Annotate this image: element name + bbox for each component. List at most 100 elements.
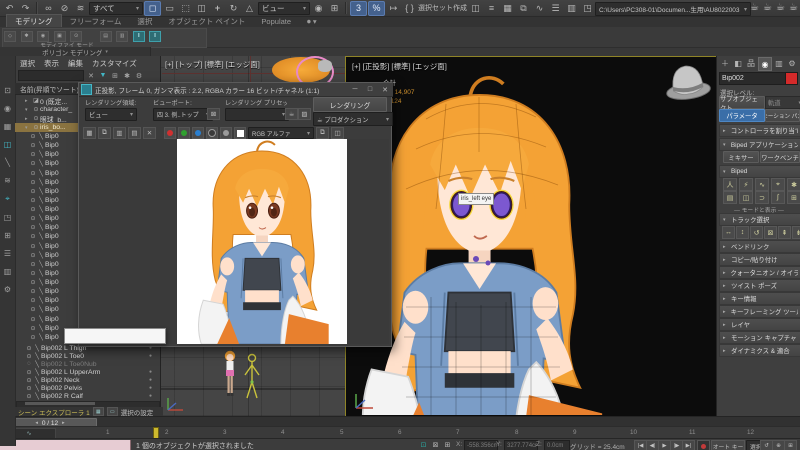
rollout-bend-links[interactable]: ▸ベンドリンク● bbox=[719, 240, 800, 253]
rollout-track-selection[interactable]: ▾トラック選択● bbox=[719, 213, 800, 226]
sub-object-button[interactable]: サブオブジェクト bbox=[719, 96, 765, 109]
eye-icon[interactable]: ⊙ bbox=[25, 377, 33, 384]
eye-icon[interactable]: ⊙ bbox=[29, 224, 37, 231]
redo-icon[interactable]: ↷ bbox=[18, 2, 33, 15]
render-area-dropdown[interactable]: ビュー▾ bbox=[85, 108, 137, 121]
search-input[interactable] bbox=[18, 70, 84, 81]
render-button[interactable]: レンダリング bbox=[313, 97, 387, 112]
rollout-twist-poses[interactable]: ▸ツイスト ポーズ● bbox=[719, 279, 800, 292]
maximize-icon[interactable]: □ bbox=[364, 85, 376, 95]
alpha-channel-icon[interactable] bbox=[206, 127, 218, 139]
rotate-icon[interactable]: ↻ bbox=[226, 2, 241, 15]
tree-row-l-upperarm[interactable]: ⊙╲Bip002 L UpperArm● bbox=[15, 368, 160, 376]
bind-spacewarp-icon[interactable]: ≋ bbox=[73, 2, 88, 15]
eye-icon[interactable]: ⊙ bbox=[29, 160, 37, 167]
rect-region-icon[interactable]: ⬚ bbox=[178, 2, 193, 15]
spinner-snap-icon[interactable]: ↦ bbox=[386, 2, 401, 15]
eye-icon[interactable]: ⊙ bbox=[29, 179, 37, 186]
environment-icon[interactable]: ▨ bbox=[298, 108, 311, 120]
clear-image-icon[interactable]: ✕ bbox=[143, 127, 156, 139]
rollout-key-info[interactable]: ▸キー情報● bbox=[719, 292, 800, 305]
lock-viewport-icon[interactable]: ⊠ bbox=[207, 108, 220, 120]
menu-edit[interactable]: 編集 bbox=[68, 58, 83, 69]
hierarchy-tab-icon[interactable]: 品 bbox=[745, 57, 757, 69]
eye-icon[interactable]: ⊙ bbox=[29, 197, 37, 204]
select-manipulate-icon[interactable]: ⊞ bbox=[327, 2, 342, 15]
display-layers-icon[interactable]: ☰ bbox=[4, 249, 11, 258]
channel-display-dropdown[interactable]: RGB アルファ▾ bbox=[248, 127, 314, 139]
dock-icon[interactable]: ▭ bbox=[107, 407, 118, 416]
load-file-icon[interactable]: ▤ bbox=[723, 191, 737, 204]
menu-display[interactable]: 表示 bbox=[44, 58, 59, 69]
select-object-icon[interactable]: ◻ bbox=[144, 1, 161, 16]
rollout-keyframing-tools[interactable]: ▸キーフレーミング ツール● bbox=[719, 305, 800, 318]
trajectory-dropdown[interactable]: 軌道▾ bbox=[765, 96, 800, 109]
reference-coordsys-dropdown[interactable]: ビュー▾ bbox=[258, 2, 310, 15]
save-file-icon[interactable]: ◫ bbox=[739, 191, 753, 204]
tree-row-pelvis[interactable]: ⊙╲Bip002 Pelvis● bbox=[15, 384, 160, 392]
eye-icon[interactable]: ⊙ bbox=[32, 124, 40, 131]
minimize-icon[interactable]: ─ bbox=[349, 85, 361, 95]
utilities-tab-icon[interactable]: ⚙ bbox=[786, 57, 798, 69]
body-rotation-icon[interactable]: ↺ bbox=[750, 226, 763, 239]
explorer-settings-icon[interactable]: ⚙ bbox=[4, 285, 11, 294]
print-image-icon[interactable]: ▤ bbox=[128, 127, 141, 139]
workbench-button[interactable]: ワークベンチ bbox=[760, 151, 800, 163]
orbit-icon[interactable]: ↺ bbox=[760, 440, 773, 450]
close-icon[interactable]: ✕ bbox=[379, 85, 391, 95]
filter-funnel-icon[interactable]: ▼ bbox=[98, 72, 108, 79]
display-helpers-icon[interactable]: ≋ bbox=[4, 176, 11, 185]
layer-manager-icon[interactable]: ▦ bbox=[500, 2, 515, 15]
go-to-end-icon[interactable]: ▶| bbox=[682, 440, 695, 450]
schematic-view-icon[interactable]: ☰ bbox=[548, 2, 563, 15]
lock-com-icon[interactable]: ⊠ bbox=[764, 226, 777, 239]
eye-icon[interactable]: ⊙ bbox=[29, 279, 37, 286]
material-editor-icon[interactable]: ▥ bbox=[564, 2, 579, 15]
viewport-top-label[interactable]: [+] [トップ] [標準] [エッジ面] bbox=[165, 59, 260, 70]
scale-icon[interactable]: △ bbox=[242, 2, 257, 15]
mixer-button[interactable]: ミキサー bbox=[723, 151, 759, 163]
eye-icon[interactable]: ⊙ bbox=[29, 170, 37, 177]
eye-icon[interactable]: ⊙ bbox=[29, 252, 37, 259]
display-containers-icon[interactable]: ▥ bbox=[4, 267, 12, 276]
eye-icon[interactable]: ⊙ bbox=[29, 334, 37, 341]
container-icon[interactable]: ▦ bbox=[93, 407, 104, 416]
display-shapes-icon[interactable]: ▦ bbox=[4, 122, 12, 131]
layer-icon[interactable]: ⧉ bbox=[316, 127, 329, 139]
eye-icon[interactable]: ⊙ bbox=[32, 115, 40, 122]
display-groups-icon[interactable]: ◳ bbox=[4, 213, 12, 222]
auto-key-button[interactable]: オート キー bbox=[711, 440, 745, 450]
eye-icon[interactable]: ⊙ bbox=[29, 297, 37, 304]
rendered-frame-teapot-icon[interactable]: ☕ bbox=[761, 2, 774, 13]
select-link-icon[interactable]: ∞ bbox=[41, 2, 56, 15]
ribbon-toggle-active[interactable]: ‖ bbox=[149, 31, 161, 42]
tree-row-neck[interactable]: ⊙╲Bip002 Neck● bbox=[15, 376, 160, 384]
rollout-biped-apps[interactable]: ▾Biped アプリケーション● bbox=[719, 138, 800, 151]
footstep-mode-icon[interactable]: ⚡ bbox=[739, 178, 753, 191]
clone-window-icon[interactable]: ▥ bbox=[113, 127, 126, 139]
crossing-icon[interactable]: ◫ bbox=[194, 2, 209, 15]
set-key-icon[interactable] bbox=[697, 440, 710, 450]
curve-editor-icon[interactable]: ∿ bbox=[532, 2, 547, 15]
monochrome-icon[interactable] bbox=[220, 127, 232, 139]
move-all-icon[interactable]: ✱ bbox=[787, 178, 800, 191]
modify-tab-icon[interactable]: ◧ bbox=[732, 57, 744, 69]
selection-settings-button[interactable]: 選択の設定 bbox=[121, 407, 154, 417]
absolute-offset-icon[interactable]: ⊞ bbox=[442, 440, 453, 450]
eye-icon[interactable]: ⊙ bbox=[25, 369, 33, 376]
edit-selection-set-icon[interactable]: { } bbox=[402, 2, 417, 15]
color-swatch[interactable] bbox=[234, 127, 246, 139]
rollout-dynamics-adaptation[interactable]: ▸ダイナミクス & 適合● bbox=[719, 344, 800, 357]
eye-icon[interactable]: ⊙ bbox=[25, 393, 33, 400]
rollout-biped[interactable]: ▾Biped● bbox=[719, 165, 800, 178]
eye-icon[interactable]: ⊙ bbox=[29, 306, 37, 313]
motion-paths-button[interactable]: モーション パス bbox=[765, 109, 800, 122]
eye-icon[interactable]: ⊙ bbox=[29, 325, 37, 332]
maxscript-mini-listener[interactable] bbox=[0, 440, 131, 450]
add-filter-icon[interactable]: ⊞ bbox=[110, 72, 120, 80]
scrollbar-thumb[interactable] bbox=[25, 402, 95, 405]
compare-icon[interactable]: ◫ bbox=[331, 127, 344, 139]
mirror-icon[interactable]: ◫ bbox=[468, 2, 483, 15]
eye-icon[interactable]: ⊙ bbox=[25, 345, 33, 352]
eye-icon[interactable]: ⊙ bbox=[29, 316, 37, 323]
